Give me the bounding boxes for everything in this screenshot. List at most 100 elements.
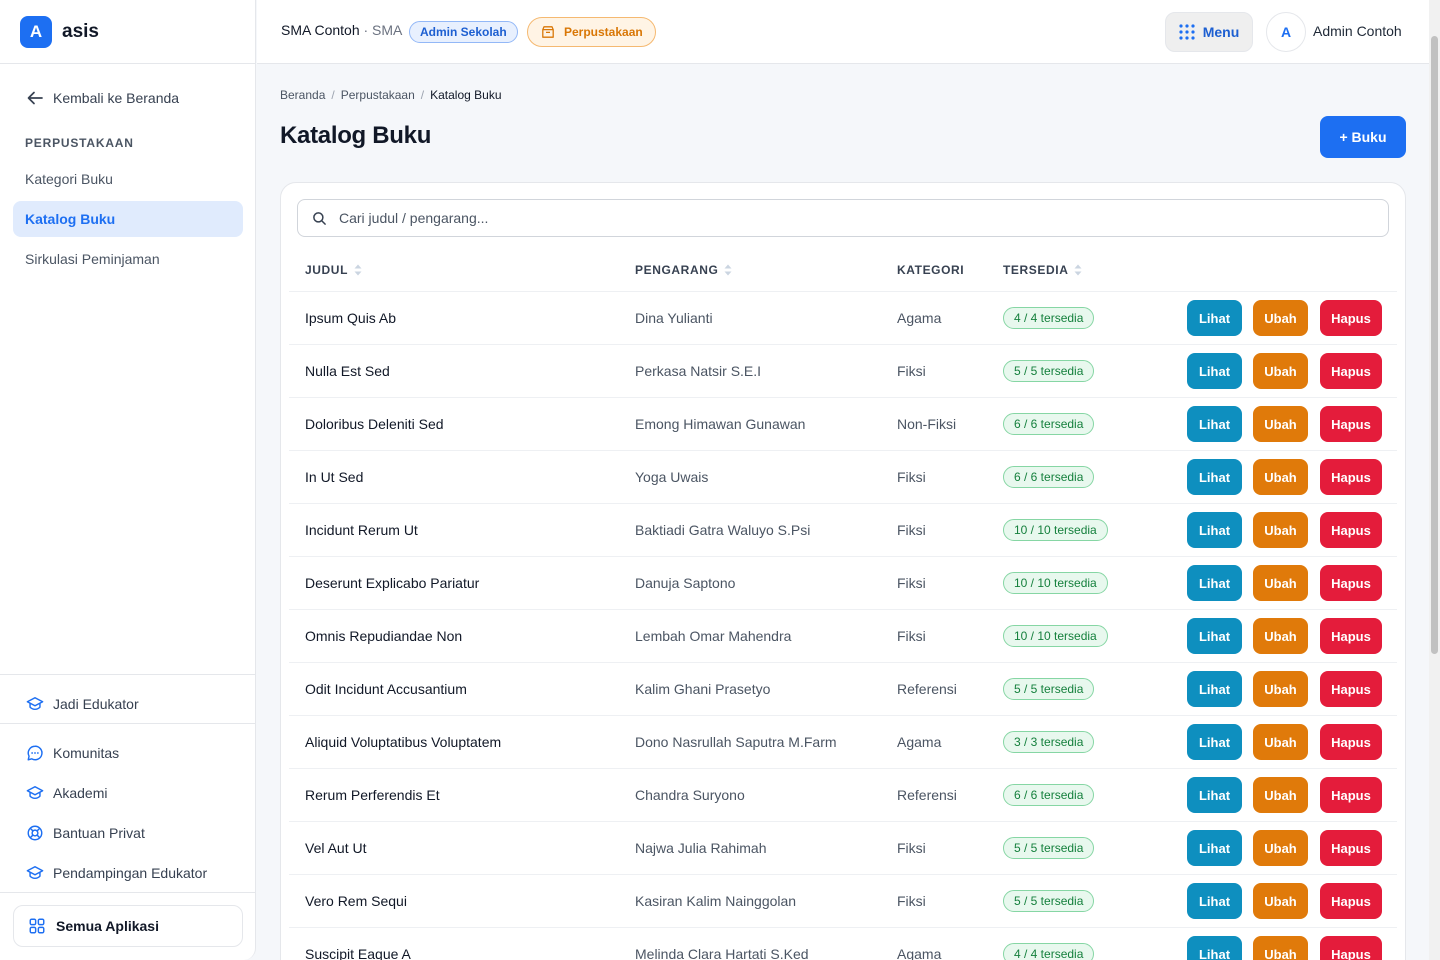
module-badge[interactable]: Perpustakaan bbox=[527, 17, 656, 47]
sidebar-divider bbox=[0, 892, 255, 893]
book-category: Fiksi bbox=[897, 575, 926, 591]
availability-badge: 6 / 6 tersedia bbox=[1003, 413, 1095, 435]
book-author: Perkasa Natsir S.E.I bbox=[635, 363, 762, 379]
column-header-label: KATEGORI bbox=[897, 263, 965, 277]
edit-button[interactable]: Ubah bbox=[1253, 830, 1308, 866]
book-author: Dina Yulianti bbox=[635, 310, 713, 326]
scrollbar-thumb[interactable] bbox=[1431, 36, 1438, 654]
view-button[interactable]: Lihat bbox=[1187, 618, 1242, 654]
sidebar: A asis Kembali ke Beranda PERPUSTAKAAN K… bbox=[0, 0, 256, 960]
view-button[interactable]: Lihat bbox=[1187, 300, 1242, 336]
sidebar-item-sirkulasi-peminjaman[interactable]: Sirkulasi Peminjaman bbox=[13, 241, 243, 277]
edit-button[interactable]: Ubah bbox=[1253, 777, 1308, 813]
table-row: Omnis Repudiandae Non Lembah Omar Mahend… bbox=[289, 609, 1397, 662]
availability-badge: 5 / 5 tersedia bbox=[1003, 837, 1095, 859]
book-title: Suscipit Eaque A bbox=[305, 946, 411, 960]
breadcrumb-library[interactable]: Perpustakaan bbox=[341, 88, 415, 102]
role-badge: Admin Sekolah bbox=[409, 21, 518, 43]
view-button[interactable]: Lihat bbox=[1187, 883, 1242, 919]
menu-label: Menu bbox=[1202, 24, 1240, 40]
view-button[interactable]: Lihat bbox=[1187, 459, 1242, 495]
edit-button[interactable]: Ubah bbox=[1253, 406, 1308, 442]
delete-button[interactable]: Hapus bbox=[1320, 936, 1382, 960]
search-icon bbox=[313, 211, 326, 225]
add-book-button[interactable]: + Buku bbox=[1320, 116, 1406, 158]
delete-button[interactable]: Hapus bbox=[1320, 671, 1382, 707]
delete-button[interactable]: Hapus bbox=[1320, 459, 1382, 495]
catalog-card: JUDUL PENGARANG KATEGORI TERSEDIA Ipsum … bbox=[280, 182, 1406, 960]
breadcrumb-home[interactable]: Beranda bbox=[280, 88, 325, 102]
page-scrollbar[interactable] bbox=[1429, 0, 1440, 960]
table-row: Odit Incidunt Accusantium Kalim Ghani Pr… bbox=[289, 662, 1397, 715]
view-button[interactable]: Lihat bbox=[1187, 724, 1242, 760]
edit-button[interactable]: Ubah bbox=[1253, 565, 1308, 601]
delete-button[interactable]: Hapus bbox=[1320, 618, 1382, 654]
sort-icon bbox=[1074, 264, 1082, 276]
book-author: Yoga Uwais bbox=[635, 469, 709, 485]
delete-button[interactable]: Hapus bbox=[1320, 406, 1382, 442]
book-category: Fiksi bbox=[897, 469, 926, 485]
edit-button[interactable]: Ubah bbox=[1253, 936, 1308, 960]
book-author: Kasiran Kalim Nainggolan bbox=[635, 893, 797, 909]
column-header-label: JUDUL bbox=[305, 263, 349, 277]
availability-badge: 6 / 6 tersedia bbox=[1003, 784, 1095, 806]
search-box[interactable] bbox=[297, 199, 1389, 237]
book-author: Chandra Suryono bbox=[635, 787, 745, 803]
sidebar-link-label: Jadi Edukator bbox=[53, 696, 139, 712]
book-table-body: Ipsum Quis Ab Dina Yulianti Agama 4 / 4 … bbox=[289, 291, 1397, 960]
sidebar-divider bbox=[0, 723, 255, 724]
brand[interactable]: A asis bbox=[0, 0, 255, 64]
edit-button[interactable]: Ubah bbox=[1253, 671, 1308, 707]
brand-name: asis bbox=[62, 20, 99, 42]
view-button[interactable]: Lihat bbox=[1187, 565, 1242, 601]
edit-button[interactable]: Ubah bbox=[1253, 883, 1308, 919]
view-button[interactable]: Lihat bbox=[1187, 512, 1242, 548]
all-apps-button[interactable]: Semua Aplikasi bbox=[13, 905, 243, 947]
page-title: Katalog Buku bbox=[280, 122, 432, 149]
delete-button[interactable]: Hapus bbox=[1320, 830, 1382, 866]
delete-button[interactable]: Hapus bbox=[1320, 883, 1382, 919]
delete-button[interactable]: Hapus bbox=[1320, 777, 1382, 813]
delete-button[interactable]: Hapus bbox=[1320, 353, 1382, 389]
edit-button[interactable]: Ubah bbox=[1253, 618, 1308, 654]
user-name[interactable]: Admin Contoh bbox=[1313, 23, 1402, 39]
view-button[interactable]: Lihat bbox=[1187, 830, 1242, 866]
sidebar-link-komunitas[interactable]: Komunitas bbox=[25, 743, 119, 763]
column-header-label: TERSEDIA bbox=[1003, 263, 1069, 277]
sidebar-link-pendampingan-edukator[interactable]: Pendampingan Edukator bbox=[25, 863, 207, 883]
book-author: Baktiadi Gatra Waluyo S.Psi bbox=[635, 522, 811, 538]
sidebar-link-jadi-edukator[interactable]: Jadi Edukator bbox=[25, 694, 139, 714]
view-button[interactable]: Lihat bbox=[1187, 353, 1242, 389]
edit-button[interactable]: Ubah bbox=[1253, 459, 1308, 495]
view-button[interactable]: Lihat bbox=[1187, 406, 1242, 442]
edit-button[interactable]: Ubah bbox=[1253, 512, 1308, 548]
sidebar-link-label: Komunitas bbox=[53, 745, 120, 761]
sidebar-item-label: Sirkulasi Peminjaman bbox=[25, 251, 160, 267]
column-header-title[interactable]: JUDUL bbox=[305, 263, 362, 277]
menu-button[interactable]: Menu bbox=[1165, 12, 1253, 52]
book-title: Vero Rem Sequi bbox=[305, 893, 407, 909]
avatar[interactable]: A bbox=[1266, 12, 1306, 52]
sort-icon bbox=[724, 264, 732, 276]
sidebar-item-katalog-buku[interactable]: Katalog Buku bbox=[13, 201, 243, 237]
delete-button[interactable]: Hapus bbox=[1320, 724, 1382, 760]
delete-button[interactable]: Hapus bbox=[1320, 512, 1382, 548]
column-header-available[interactable]: TERSEDIA bbox=[1003, 263, 1082, 277]
school-info: SMA Contoh · SMA bbox=[281, 22, 402, 38]
edit-button[interactable]: Ubah bbox=[1253, 300, 1308, 336]
sidebar-link-akademi[interactable]: Akademi bbox=[25, 783, 107, 803]
edit-button[interactable]: Ubah bbox=[1253, 724, 1308, 760]
sidebar-item-kategori-buku[interactable]: Kategori Buku bbox=[13, 161, 243, 197]
sidebar-link-bantuan-privat[interactable]: Bantuan Privat bbox=[25, 823, 145, 843]
edit-button[interactable]: Ubah bbox=[1253, 353, 1308, 389]
delete-button[interactable]: Hapus bbox=[1320, 565, 1382, 601]
breadcrumb-current: Katalog Buku bbox=[430, 88, 502, 102]
column-header-author[interactable]: PENGARANG bbox=[635, 263, 732, 277]
back-to-home-link[interactable]: Kembali ke Beranda bbox=[25, 88, 179, 108]
delete-button[interactable]: Hapus bbox=[1320, 300, 1382, 336]
sidebar-section-title: PERPUSTAKAAN bbox=[25, 136, 134, 150]
view-button[interactable]: Lihat bbox=[1187, 936, 1242, 960]
search-input[interactable] bbox=[339, 210, 1339, 226]
view-button[interactable]: Lihat bbox=[1187, 777, 1242, 813]
view-button[interactable]: Lihat bbox=[1187, 671, 1242, 707]
